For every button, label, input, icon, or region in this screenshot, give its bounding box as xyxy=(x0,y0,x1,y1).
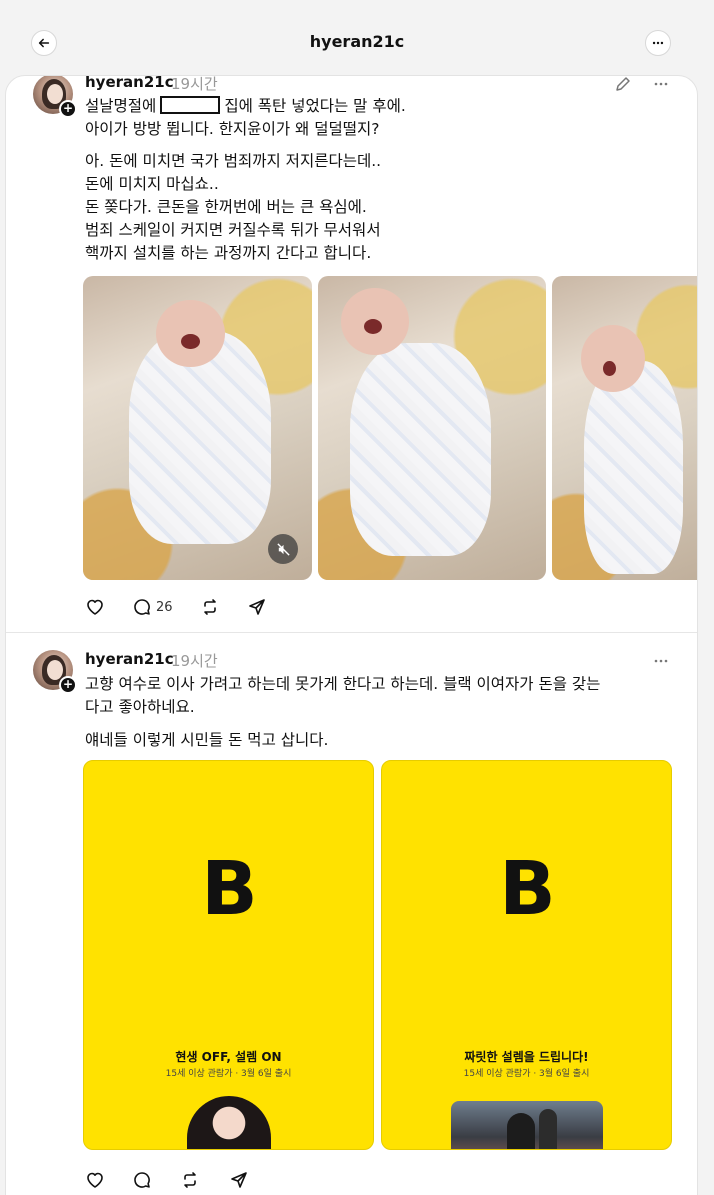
ad-headline: 짜릿한 설렘을 드립니다! xyxy=(464,1050,589,1064)
post-video[interactable] xyxy=(83,276,312,580)
brand-logo: B xyxy=(201,846,257,932)
more-icon xyxy=(654,659,668,663)
feed-card: + hyeran21c 19시간 설날명절에 집에 폭탄 넣었다는 말 후에. 아… xyxy=(5,75,698,1195)
post-text: 고향 여수로 이사 가려고 하는데 못가게 한다고 하는데. 블랙 이여자가 돈… xyxy=(85,675,601,716)
like-button[interactable] xyxy=(85,1168,105,1192)
repost-icon xyxy=(204,599,216,615)
follow-plus-icon[interactable]: + xyxy=(59,676,77,694)
scene-photo xyxy=(450,1101,603,1149)
post-actions xyxy=(85,1168,285,1192)
person-photo xyxy=(186,1096,271,1149)
post: + hyeran21c 19시간 설날명절에 집에 폭탄 넣었다는 말 후에. 아… xyxy=(6,76,697,633)
more-options-button[interactable] xyxy=(645,30,671,56)
timestamp[interactable]: 19시간 xyxy=(171,650,218,671)
follow-plus-icon[interactable]: + xyxy=(59,100,77,118)
post-more-button[interactable] xyxy=(650,650,672,672)
more-icon xyxy=(652,41,664,45)
heart-icon xyxy=(87,599,103,615)
username[interactable]: hyeran21c xyxy=(85,650,174,668)
more-icon xyxy=(654,82,668,86)
post-image[interactable] xyxy=(552,276,697,580)
ad-image[interactable]: B 현생 OFF, 설렘 ON 15세 이상 관람가 · 3월 6일 출시 xyxy=(83,760,374,1150)
post-text-paragraph: 얘네들 이렇게 시민들 돈 먹고 삽니다. xyxy=(85,731,329,749)
heart-icon xyxy=(87,1172,103,1188)
username[interactable]: hyeran21c xyxy=(85,76,174,91)
ad-subtext: 15세 이상 관람가 · 3월 6일 출시 xyxy=(165,1069,292,1079)
post-image[interactable] xyxy=(318,276,546,580)
redaction-box xyxy=(160,96,221,114)
share-button[interactable] xyxy=(229,1168,249,1192)
ad-image[interactable]: B 짜릿한 설렘을 드립니다! 15세 이상 관람가 · 3월 6일 출시 xyxy=(381,760,672,1150)
ad-subtext: 15세 이상 관람가 · 3월 6일 출시 xyxy=(463,1069,590,1079)
post-actions: 26 xyxy=(85,595,285,619)
comment-icon xyxy=(134,599,150,615)
avatar[interactable]: + xyxy=(33,650,77,694)
timestamp[interactable]: 19시간 xyxy=(171,76,218,94)
post-more-button[interactable] xyxy=(650,76,672,95)
share-button[interactable] xyxy=(247,595,267,619)
share-icon xyxy=(249,599,265,615)
top-bar: hyeran21c xyxy=(0,0,714,78)
repost-button[interactable] xyxy=(200,595,220,619)
reply-count: 26 xyxy=(156,599,173,615)
repost-icon xyxy=(184,1172,196,1188)
page-title: hyeran21c xyxy=(309,32,405,51)
like-button[interactable] xyxy=(85,595,105,619)
ad-headline: 현생 OFF, 설렘 ON xyxy=(175,1050,282,1064)
reply-button[interactable]: 26 xyxy=(132,595,173,619)
share-icon xyxy=(231,1172,247,1188)
mute-button[interactable] xyxy=(268,534,298,564)
post-text: 설날명절에 집에 폭탄 넣었다는 말 후에. 아이가 방방 뜁니다. 한지윤이가 … xyxy=(85,96,406,138)
brand-logo: B xyxy=(499,846,555,932)
comment-icon xyxy=(134,1172,150,1188)
repost-button[interactable] xyxy=(180,1168,200,1192)
mute-icon xyxy=(276,542,290,556)
post: + hyeran21c 19시간 고향 여수로 이사 가려고 하는데 못가게 한… xyxy=(6,634,697,1195)
edit-icon xyxy=(616,77,630,91)
edit-button[interactable] xyxy=(612,76,634,95)
avatar[interactable]: + xyxy=(33,76,77,118)
post-text-paragraph: 아. 돈에 미치면 국가 범죄까지 저지른다는데.. 돈에 미치지 마십쇼.. … xyxy=(85,152,382,262)
reply-button[interactable] xyxy=(132,1168,152,1192)
